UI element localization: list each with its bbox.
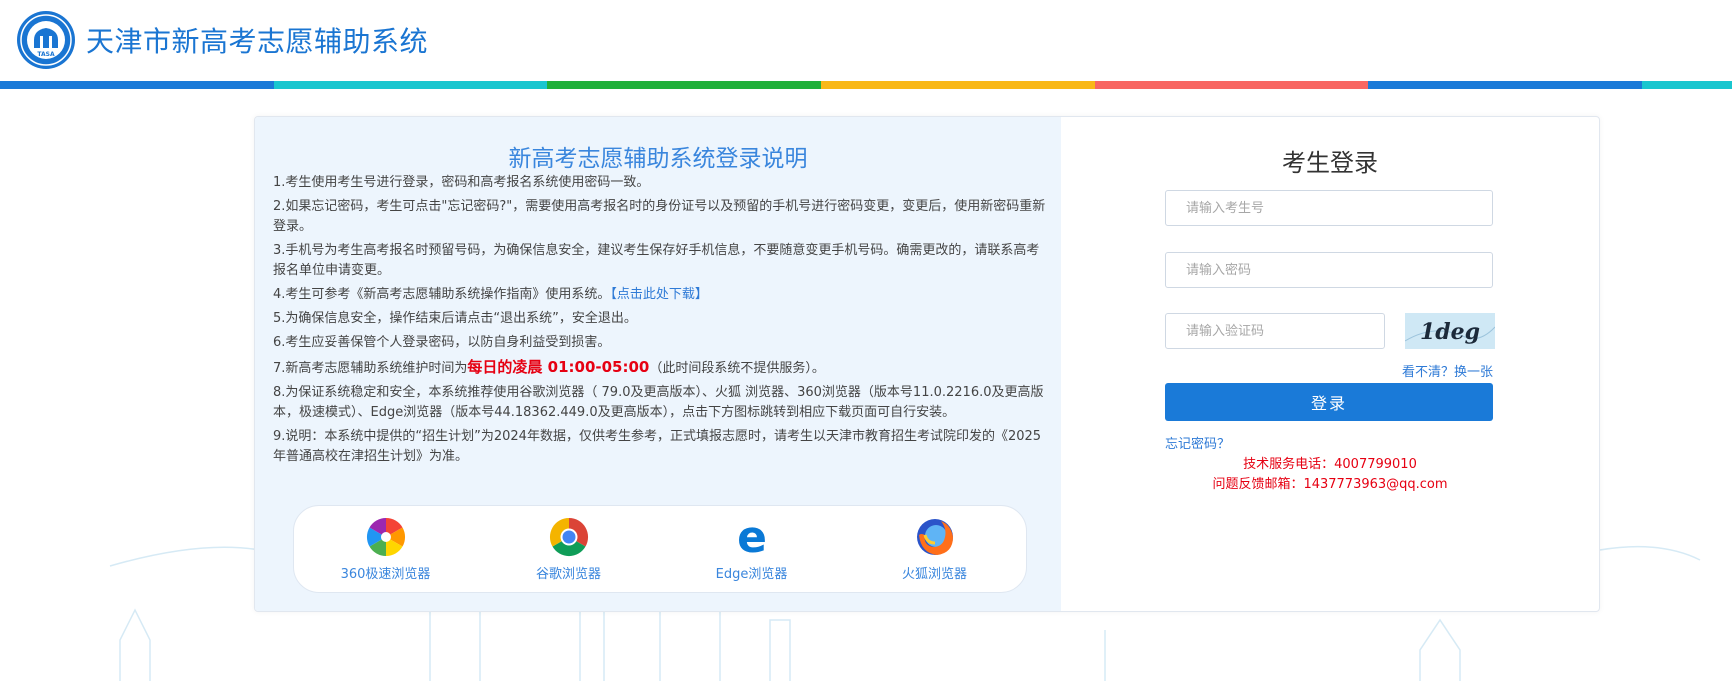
login-panel: 考生登录 1deg 看不清？换一张 登录 忘记密码？ 技术服务电话：400779… [1061, 117, 1599, 611]
maintenance-time: 每日的凌晨 01:00-05:00 [467, 358, 650, 376]
captcha-image[interactable]: 1deg [1405, 313, 1495, 349]
list-item: 1.考生使用考生号进行登录，密码和高考报名系统使用密码一致。 [273, 175, 650, 190]
svg-text:e: e [737, 517, 767, 557]
login-title: 考生登录 [1282, 149, 1378, 177]
list-item: 3.手机号为考生高考报名时预留号码，为确保信息安全，建议考生保存好手机信息，不要… [273, 243, 1040, 278]
svg-text:1deg: 1deg [1420, 319, 1480, 345]
instructions-list: 1.考生使用考生号进行登录，密码和高考报名系统使用密码一致。 2.如果忘记密码，… [273, 173, 1047, 471]
browser-360-link[interactable]: 360极速浏览器 [306, 517, 466, 582]
refresh-captcha-link[interactable]: 看不清？换一张 [1361, 361, 1493, 380]
list-item: 4.考生可参考《新高考志愿辅助系统操作指南》使用系统。【点击此处下载】 [273, 287, 708, 302]
list-item: 7.新高考志愿辅助系统维护时间为每日的凌晨 01:00-05:00（此时间段系统… [273, 358, 825, 376]
browser-chrome-link[interactable]: 谷歌浏览器 [489, 517, 649, 582]
download-guide-link[interactable]: 【点击此处下载】 [610, 287, 708, 302]
tasa-logo: TASA [17, 11, 75, 69]
color-segment [1368, 81, 1642, 89]
color-segment [1094, 81, 1369, 89]
list-item: 2.如果忘记密码，考生可点击"忘记密码?"，需要使用高考报名时的身份证号以及预留… [273, 199, 1046, 234]
instructions-title: 新高考志愿辅助系统登录说明 [508, 146, 808, 172]
instructions-panel: 新高考志愿辅助系统登录说明 1.考生使用考生号进行登录，密码和高考报名系统使用密… [255, 117, 1061, 611]
forgot-password-link[interactable]: 忘记密码？ [1165, 433, 1230, 452]
list-item: 5.为确保信息安全，操作结束后请点击“退出系统”，安全退出。 [273, 311, 637, 326]
password-input[interactable] [1165, 252, 1493, 288]
site-title: 天津市新高考志愿辅助系统 [86, 25, 429, 58]
color-segment [0, 81, 274, 89]
360-browser-icon [366, 517, 405, 556]
firefox-icon [916, 518, 953, 555]
support-email: 问题反馈邮箱：1437773963@qq.com [1212, 477, 1448, 492]
login-button[interactable]: 登录 [1165, 383, 1493, 421]
color-segment [1641, 81, 1732, 89]
list-item: 8.为保证系统稳定和安全，本系统推荐使用谷歌浏览器（ 79.0及更高版本）、火狐… [273, 385, 1044, 420]
edge-icon: e [737, 517, 767, 557]
login-card: 新高考志愿辅助系统登录说明 1.考生使用考生号进行登录，密码和高考报名系统使用密… [254, 116, 1600, 612]
list-item: 6.考生应妥善保管个人登录密码，以防自身利益受到损害。 [273, 335, 611, 350]
chrome-icon [549, 517, 588, 556]
browser-download-bar: 360极速浏览器 谷歌浏览器 e Edge浏览器 火狐浏览器 [293, 505, 1027, 593]
browser-edge-link[interactable]: e Edge浏览器 [672, 517, 832, 582]
color-segment [820, 81, 1095, 89]
header: TASA 天津市新高考志愿辅助系统 [0, 0, 1732, 82]
captcha-input[interactable] [1165, 313, 1385, 349]
header-color-bar [0, 81, 1732, 89]
student-id-input[interactable] [1165, 190, 1493, 226]
support-phone: 技术服务电话：4007799010 [1243, 457, 1417, 472]
color-segment [273, 81, 548, 89]
list-item: 9.说明：本系统中提供的“招生计划”为2024年数据，仅供考生参考，正式填报志愿… [273, 429, 1042, 464]
svg-text:TASA: TASA [37, 51, 55, 58]
browser-firefox-link[interactable]: 火狐浏览器 [855, 517, 1015, 582]
color-segment [547, 81, 821, 89]
